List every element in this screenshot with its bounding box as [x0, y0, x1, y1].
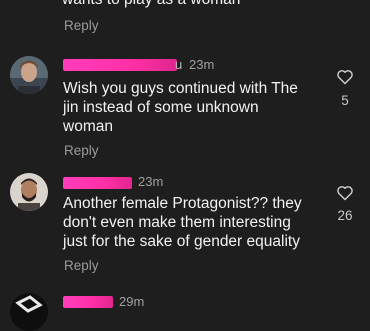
comment-line: just for the sake of gender equality	[63, 233, 300, 250]
like-count: 26	[337, 208, 353, 223]
reply-button[interactable]: Reply	[64, 143, 99, 158]
comment-time: 29m	[119, 294, 145, 309]
user-avatar[interactable]	[10, 293, 48, 331]
comment-text: wants to play as a woman	[62, 0, 240, 9]
reply-button[interactable]: Reply	[64, 258, 99, 273]
reply-button[interactable]: Reply	[64, 18, 99, 33]
comment-text: Wish you guys continued with The jin ins…	[63, 79, 298, 136]
heart-outline-icon[interactable]	[336, 69, 354, 85]
username-redacted	[63, 59, 177, 71]
comment-line: Wish you guys continued with The	[63, 80, 298, 97]
like-count: 5	[341, 93, 349, 108]
comment-line: jin instead of some unknown	[63, 99, 259, 116]
comment-line: woman	[63, 118, 113, 135]
username-tail: u	[175, 57, 183, 72]
comment-line: don't even make them interesting	[63, 214, 291, 231]
comment-time: 23m	[138, 174, 164, 189]
heart-outline-icon[interactable]	[336, 185, 354, 201]
comment-time: 23m	[189, 57, 215, 72]
username-redacted	[63, 177, 132, 189]
user-avatar[interactable]	[10, 173, 48, 211]
user-avatar[interactable]	[10, 56, 48, 94]
comment-text: Another female Protagonist?? they don't …	[63, 194, 302, 251]
username-redacted	[63, 296, 113, 308]
comment-line: Another female Protagonist?? they	[63, 195, 302, 212]
